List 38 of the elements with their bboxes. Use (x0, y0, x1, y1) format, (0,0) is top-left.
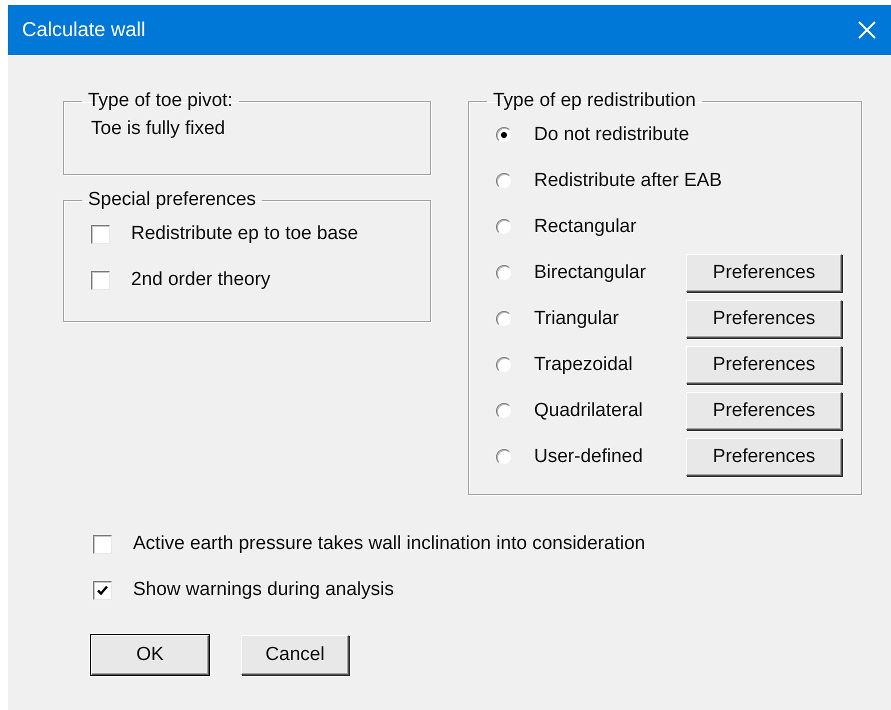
group-title: Type of toe pivot: (87, 90, 234, 112)
window-title: Calculate wall (22, 18, 146, 42)
checkbox-label[interactable]: Active earth pressure takes wall inclination into consideration (133, 533, 646, 555)
toe-pivot-value: Toe is fully fixed (91, 117, 226, 141)
preferences-button[interactable]: Preferences (686, 254, 842, 292)
radio-button[interactable] (496, 265, 512, 281)
checkbox-label[interactable]: 2nd order theory (131, 269, 270, 291)
radio-button[interactable] (496, 311, 512, 327)
radio-button[interactable] (496, 357, 512, 373)
close-icon[interactable] (857, 20, 877, 40)
group-title: Type of ep redistribution (492, 90, 697, 112)
radio-button[interactable] (496, 127, 512, 143)
preferences-button[interactable]: Preferences (686, 438, 842, 476)
radio-label[interactable]: Quadrilateral (534, 400, 686, 422)
cancel-button[interactable]: Cancel (241, 635, 349, 675)
radio-label[interactable]: Do not redistribute (534, 124, 690, 146)
ok-button[interactable]: OK (91, 635, 209, 675)
radio-label[interactable]: User-defined (534, 446, 686, 468)
radio-label[interactable]: Birectangular (534, 262, 686, 284)
checkbox[interactable] (93, 580, 112, 600)
preferences-button[interactable]: Preferences (686, 346, 842, 384)
radio-label[interactable]: Rectangular (534, 216, 686, 238)
checkbox[interactable] (93, 534, 112, 554)
checkbox-label[interactable]: Redistribute ep to toe base (131, 223, 358, 245)
checkbox[interactable] (91, 270, 110, 290)
radio-button[interactable] (496, 219, 512, 235)
preferences-button[interactable]: Preferences (686, 392, 842, 430)
radio-button[interactable] (496, 403, 512, 419)
radio-button[interactable] (496, 449, 512, 465)
group-title: Special preferences (87, 189, 257, 211)
checkmark-icon (96, 584, 109, 596)
radio-label[interactable]: Triangular (534, 308, 686, 330)
checkbox[interactable] (91, 224, 110, 244)
checkbox-label[interactable]: Show warnings during analysis (133, 579, 394, 601)
radio-button[interactable] (496, 173, 512, 189)
radio-label[interactable]: Redistribute after EAB (534, 170, 722, 192)
preferences-button[interactable]: Preferences (686, 300, 842, 338)
radio-label[interactable]: Trapezoidal (534, 354, 686, 376)
